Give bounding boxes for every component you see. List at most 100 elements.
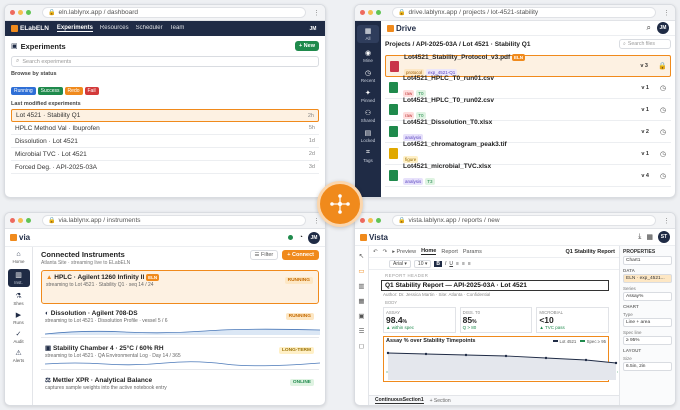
search-input[interactable]: ⌕ Search files <box>619 39 671 49</box>
tab-preview[interactable]: ▸ Preview <box>392 249 416 255</box>
font-size-select[interactable]: 10 ▾ <box>413 260 432 268</box>
sidebar-item-recent[interactable]: ◷ Recent <box>361 69 375 83</box>
sidebar-item-locked[interactable]: ▤ Locked <box>361 129 376 143</box>
metric-card[interactable]: DISS. T0 85% Q > 80 <box>459 307 533 333</box>
status-success[interactable]: Success <box>37 87 63 95</box>
nav-scheduler[interactable]: Scheduler <box>136 25 163 32</box>
download-icon[interactable]: ⤓ <box>638 233 641 241</box>
drive-url-bar[interactable]: 🔒 drive.lablynx.app / projects / lot-4521… <box>392 7 656 18</box>
search-input[interactable]: ⌕ Search experiments <box>11 56 319 67</box>
instrument-card[interactable]: ◐ Dissolution · Agilent 708-DS streaming… <box>41 307 320 338</box>
calendar-icon[interactable]: ▦ <box>646 233 653 241</box>
data-source-field[interactable]: ELN · exp_4521... <box>623 274 672 283</box>
table-icon[interactable]: ▦ <box>358 297 364 305</box>
tab-report[interactable]: Report <box>441 249 458 255</box>
section-tab[interactable]: ContinuousSection1 <box>375 397 424 404</box>
clock-icon[interactable]: ◷ <box>659 128 667 136</box>
tab-home[interactable]: Home <box>421 248 437 255</box>
font-select[interactable]: Arial ▾ <box>389 260 411 268</box>
eln-logo[interactable]: ELabELN <box>11 25 49 32</box>
via-logo[interactable]: via <box>19 233 30 242</box>
list-icon[interactable]: ☰ <box>359 327 365 335</box>
table-row[interactable]: Lot4521_Dissolution_T0.xlsx analysis v 2 ◷ <box>385 119 671 143</box>
table-row[interactable]: Lot4521_Stability_Protocol_v3.pdf ELN pro… <box>385 53 671 77</box>
clock-icon[interactable]: ◷ <box>659 150 667 158</box>
connect-button[interactable]: + Connect <box>282 250 319 260</box>
align-left-icon[interactable]: ≡ <box>456 261 459 267</box>
menu-icon[interactable]: ⋮ <box>663 217 670 225</box>
sidebar-item-pinned[interactable]: ✦ Pinned <box>361 89 375 103</box>
instrument-card[interactable]: ▣ Stability Chamber 4 · 25°C / 60% RH st… <box>41 341 320 370</box>
sidebar-item-instruments[interactable]: ▥ Inst. <box>7 269 30 287</box>
via-url-bar[interactable]: 🔒 via.lablynx.app / instruments <box>42 215 306 226</box>
sidebar-item-alerts[interactable]: ⚠ Alerts <box>13 349 25 363</box>
search-icon[interactable]: ⌕ <box>647 23 651 33</box>
list-item[interactable]: Lot 4521 · Stability Q1 2h <box>11 109 319 122</box>
status-running[interactable]: Running <box>11 87 36 95</box>
avatar[interactable]: JM <box>308 231 320 244</box>
list-item[interactable]: HPLC Method Val · Ibuprofen 5h <box>11 122 319 135</box>
underline-button[interactable]: U <box>449 261 453 267</box>
eln-url-bar[interactable]: 🔒 eln.lablynx.app / dashboard <box>42 7 306 18</box>
sidebar-item-audit[interactable]: ✓ Audit <box>13 330 23 344</box>
list-item[interactable]: Microbial TVC · Lot 4521 2d <box>11 148 319 161</box>
sidebar-item-mine[interactable]: ◉ Mine <box>363 49 373 63</box>
list-item[interactable]: Dissolution · Lot 4521 1d <box>11 135 319 148</box>
sidebar-item-shared[interactable]: ⚇ Shared <box>361 109 376 123</box>
menu-icon[interactable]: ⋮ <box>313 217 320 225</box>
nav-resources[interactable]: Resources <box>100 25 129 32</box>
clock-icon[interactable]: ◷ <box>659 84 667 92</box>
filter-button[interactable]: ☰ Filter <box>249 250 279 260</box>
align-right-icon[interactable]: ≡ <box>468 261 471 267</box>
table-row[interactable]: Lot4521_HPLC_T0_run02.csv raw T0 v 1 ◷ <box>385 97 671 121</box>
instrument-card[interactable]: ▲ HPLC · Agilent 1260 Infinity II ELN st… <box>41 270 319 304</box>
chart-type-field[interactable]: Line + area <box>623 318 672 327</box>
drive-logo[interactable]: Drive <box>396 24 416 33</box>
clock-icon[interactable]: ◷ <box>659 172 667 180</box>
pointer-icon[interactable]: ↖ <box>359 252 364 260</box>
spec-line-field[interactable]: ≥ 95% <box>623 336 672 345</box>
nav-experiments[interactable]: Experiments <box>56 25 93 32</box>
tab-params[interactable]: Params <box>463 249 482 255</box>
italic-button[interactable]: I <box>445 261 446 267</box>
status-redo[interactable]: Redo <box>64 87 83 95</box>
clock-icon[interactable]: ◷ <box>659 106 667 114</box>
vista-logo[interactable]: Vista <box>369 233 388 242</box>
avatar[interactable]: JM <box>307 22 319 35</box>
size-field[interactable]: 6.5in, 2in <box>623 362 672 371</box>
status-fail[interactable]: Fail <box>84 87 99 95</box>
sidebar-item-shes[interactable]: ⚗ Shes <box>13 292 23 306</box>
menu-icon[interactable]: ⋮ <box>313 9 320 17</box>
element-select[interactable]: Chart1 <box>623 256 672 265</box>
sidebar-item-home[interactable]: ⌂ Home <box>12 251 24 264</box>
redo-icon[interactable]: ↷ <box>383 249 388 255</box>
sidebar-item-tags[interactable]: ⌗ Tags <box>363 149 373 163</box>
bell-icon[interactable]: ◔ <box>299 234 303 241</box>
chart-icon[interactable]: ▥ <box>358 282 364 290</box>
bold-button[interactable]: B <box>434 261 443 267</box>
new-experiment-button[interactable]: + New <box>294 41 319 51</box>
list-item[interactable]: Forced Deg. · API-2025-03A 3d <box>11 161 319 174</box>
add-section-button[interactable]: + Section <box>430 398 451 404</box>
vista-url-bar[interactable]: 🔒 vista.lablynx.app / reports / new <box>392 215 656 226</box>
shape-icon[interactable]: ◻ <box>359 342 364 350</box>
textbox-icon[interactable]: ▭ <box>358 267 364 275</box>
instrument-card[interactable]: ⚖ Mettler XPR · Analytical Balance captu… <box>41 373 319 405</box>
series-field[interactable]: Assay% <box>623 292 672 301</box>
lock-icon[interactable]: 🔒 <box>658 62 667 70</box>
chart-box[interactable]: Assay % over Stability Timepoints Lot 45… <box>383 336 618 382</box>
avatar[interactable]: ST <box>658 231 670 243</box>
table-row[interactable]: Lot4521_microbial_TVC.xlsx analysis T3 v 4… <box>385 163 671 187</box>
align-center-icon[interactable]: ≡ <box>462 261 465 267</box>
menu-icon[interactable]: ⋮ <box>663 9 670 17</box>
metric-card[interactable]: MICROBIAL <10 ▲ TVC pass <box>536 307 610 333</box>
image-icon[interactable]: ▣ <box>358 312 364 320</box>
sidebar-item-all[interactable]: ▦ All <box>357 25 379 43</box>
table-row[interactable]: Lot4521_HPLC_T0_run01.csv raw T0 v 1 ◷ <box>385 75 671 99</box>
report-title-box[interactable]: Q1 Stability Report — API-2025-03A · Lot… <box>381 280 609 291</box>
metric-card[interactable]: ASSAY 98.4% ▲ within spec <box>383 307 456 333</box>
nav-team[interactable]: Team <box>170 25 185 32</box>
avatar[interactable]: JM <box>657 22 669 34</box>
sidebar-item-runs[interactable]: ▶ Runs <box>13 311 24 325</box>
table-row[interactable]: Lot4521_chromatogram_peak3.tif figure v 1… <box>385 141 671 165</box>
